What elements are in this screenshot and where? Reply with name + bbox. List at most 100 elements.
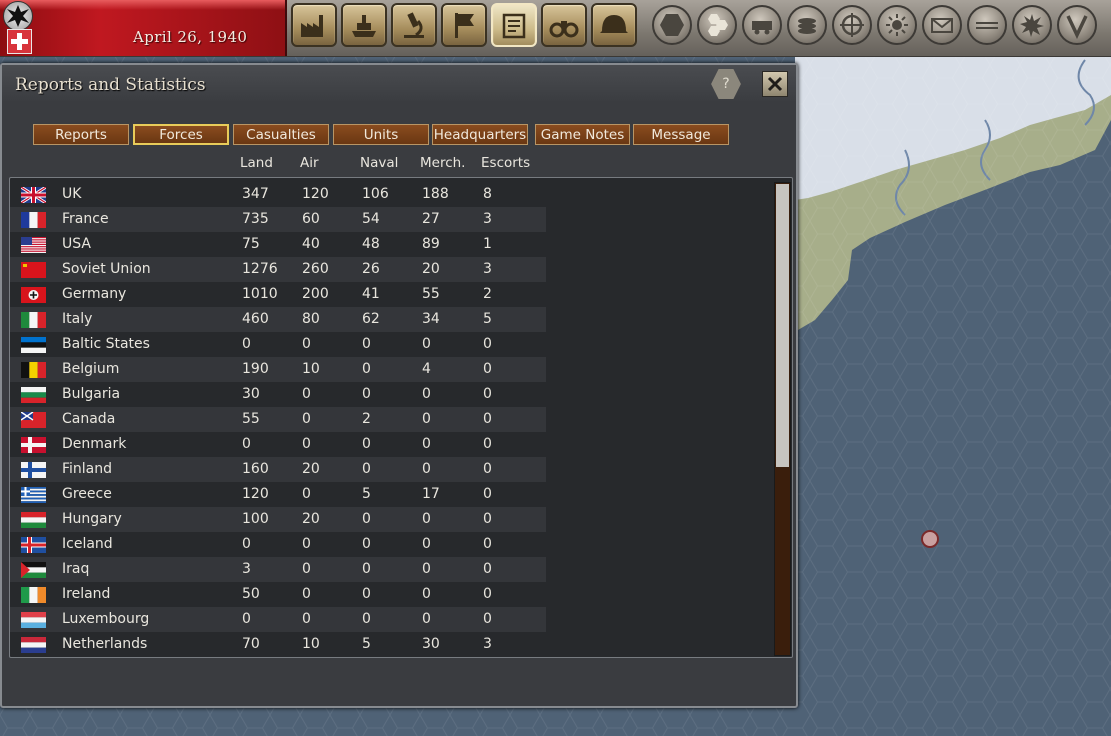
- cell-escorts: 3: [483, 261, 492, 277]
- table-row[interactable]: Baltic States 0 0 0 0 0: [10, 332, 546, 357]
- table-row[interactable]: Italy 460 80 62 34 5: [10, 307, 546, 332]
- tab-headquarters[interactable]: Headquarters: [432, 124, 528, 145]
- tab-casualties[interactable]: Casualties: [233, 124, 329, 145]
- cell-merch: 17: [422, 486, 440, 502]
- units-button[interactable]: [591, 3, 637, 47]
- reports-envelope-icon: [502, 13, 526, 39]
- cell-air: 0: [302, 386, 311, 402]
- table-row[interactable]: Denmark 0 0 0 0 0: [10, 432, 546, 457]
- cell-air: 0: [302, 411, 311, 427]
- flag-germany-icon: [21, 287, 46, 303]
- table-row[interactable]: Hungary 100 20 0 0 0: [10, 507, 546, 532]
- cell-merch: 0: [422, 586, 431, 602]
- cell-merch: 188: [422, 186, 449, 202]
- table-row[interactable]: Bulgaria 30 0 0 0 0: [10, 382, 546, 407]
- cell-merch: 27: [422, 211, 440, 227]
- research-button[interactable]: [391, 3, 437, 47]
- hex-view-button[interactable]: [652, 5, 692, 45]
- table-row[interactable]: Ireland 50 0 0 0 0: [10, 582, 546, 607]
- flag-uk-icon: [20, 185, 47, 205]
- cell-naval: 0: [362, 586, 371, 602]
- tab-forces[interactable]: Forces: [133, 124, 229, 145]
- close-button[interactable]: [762, 71, 788, 97]
- cell-escorts: 0: [483, 536, 492, 552]
- weather-button[interactable]: [877, 5, 917, 45]
- cell-escorts: 8: [483, 186, 492, 202]
- table-row[interactable]: Soviet Union 1276 260 26 20 3: [10, 257, 546, 282]
- table-scrollbar[interactable]: [774, 182, 791, 656]
- table-row[interactable]: Greece 120 0 5 17 0: [10, 482, 546, 507]
- iron-cross-emblem-icon[interactable]: [3, 1, 33, 31]
- factory-icon: [301, 15, 323, 37]
- forces-table[interactable]: UK 347 120 106 188 8 France 735 60 54 27 3 USA 75 40 48…: [9, 177, 793, 658]
- tab-game-notes[interactable]: Game Notes: [535, 124, 630, 145]
- column-header-merch: Merch.: [420, 155, 466, 171]
- help-button[interactable]: ?: [711, 69, 741, 99]
- rail-button[interactable]: [742, 5, 782, 45]
- cell-land: 347: [242, 186, 269, 202]
- cell-merch: 0: [422, 536, 431, 552]
- country-name: Canada: [62, 411, 116, 427]
- naval-build-button[interactable]: [341, 3, 387, 47]
- tab-units[interactable]: Units: [333, 124, 429, 145]
- cell-air: 40: [302, 236, 320, 252]
- cell-merch: 30: [422, 636, 440, 652]
- table-row[interactable]: Luxembourg 0 0 0 0 0: [10, 607, 546, 632]
- country-name: Germany: [62, 286, 127, 302]
- cell-naval: 0: [362, 361, 371, 377]
- country-name: Greece: [62, 486, 112, 502]
- victory-button[interactable]: [1057, 5, 1097, 45]
- explosion-icon: [1020, 14, 1044, 37]
- flag-denmark-icon: [21, 437, 46, 453]
- cell-naval: 48: [362, 236, 380, 252]
- crosshair-icon: [840, 13, 864, 37]
- flag-bulgaria-icon: [21, 387, 46, 403]
- reports-button[interactable]: [491, 3, 537, 47]
- cell-escorts: 2: [483, 286, 492, 302]
- combat-button[interactable]: [1012, 5, 1052, 45]
- cell-air: 0: [302, 561, 311, 577]
- cell-merch: 0: [422, 561, 431, 577]
- messages-button[interactable]: [922, 5, 962, 45]
- economy-button[interactable]: [787, 5, 827, 45]
- target-button[interactable]: [832, 5, 872, 45]
- flag-finland-icon: [21, 462, 46, 478]
- scrollbar-thumb[interactable]: [776, 184, 789, 467]
- cell-air: 0: [302, 611, 311, 627]
- table-row[interactable]: Iraq 3 0 0 0 0: [10, 557, 546, 582]
- cell-naval: 0: [362, 436, 371, 452]
- cell-naval: 0: [362, 461, 371, 477]
- table-row[interactable]: UK 347 120 106 188 8: [10, 182, 546, 207]
- cell-merch: 34: [422, 311, 440, 327]
- flag-ireland-icon: [21, 587, 46, 603]
- cell-land: 50: [242, 586, 260, 602]
- cell-escorts: 0: [483, 511, 492, 527]
- naval-unit-marker: [921, 530, 939, 548]
- intelligence-button[interactable]: [541, 3, 587, 47]
- nation-flag-icon[interactable]: [7, 29, 32, 54]
- cell-merch: 20: [422, 261, 440, 277]
- table-row[interactable]: Netherlands 70 10 5 30 3: [10, 632, 546, 657]
- table-row[interactable]: USA 75 40 48 89 1: [10, 232, 546, 257]
- country-name: UK: [62, 186, 82, 202]
- cell-naval: 0: [362, 336, 371, 352]
- cell-land: 0: [242, 436, 251, 452]
- diplomacy-button[interactable]: [441, 3, 487, 47]
- cell-air: 120: [302, 186, 329, 202]
- tab-reports[interactable]: Reports: [33, 124, 129, 145]
- binoculars-icon: [549, 21, 579, 38]
- table-row[interactable]: France 735 60 54 27 3: [10, 207, 546, 232]
- production-button[interactable]: [291, 3, 337, 47]
- supply-button[interactable]: [967, 5, 1007, 45]
- tab-message[interactable]: Message: [633, 124, 729, 145]
- cell-land: 190: [242, 361, 269, 377]
- country-name: Iraq: [62, 561, 90, 577]
- table-row[interactable]: Finland 160 20 0 0 0: [10, 457, 546, 482]
- cell-land: 1276: [242, 261, 278, 277]
- table-row[interactable]: Belgium 190 10 0 4 0: [10, 357, 546, 382]
- table-row[interactable]: Canada 55 0 2 0 0: [10, 407, 546, 432]
- table-row[interactable]: Germany 1010 200 41 55 2: [10, 282, 546, 307]
- cell-merch: 0: [422, 336, 431, 352]
- table-row[interactable]: Iceland 0 0 0 0 0: [10, 532, 546, 557]
- hex-grid-button[interactable]: [697, 5, 737, 45]
